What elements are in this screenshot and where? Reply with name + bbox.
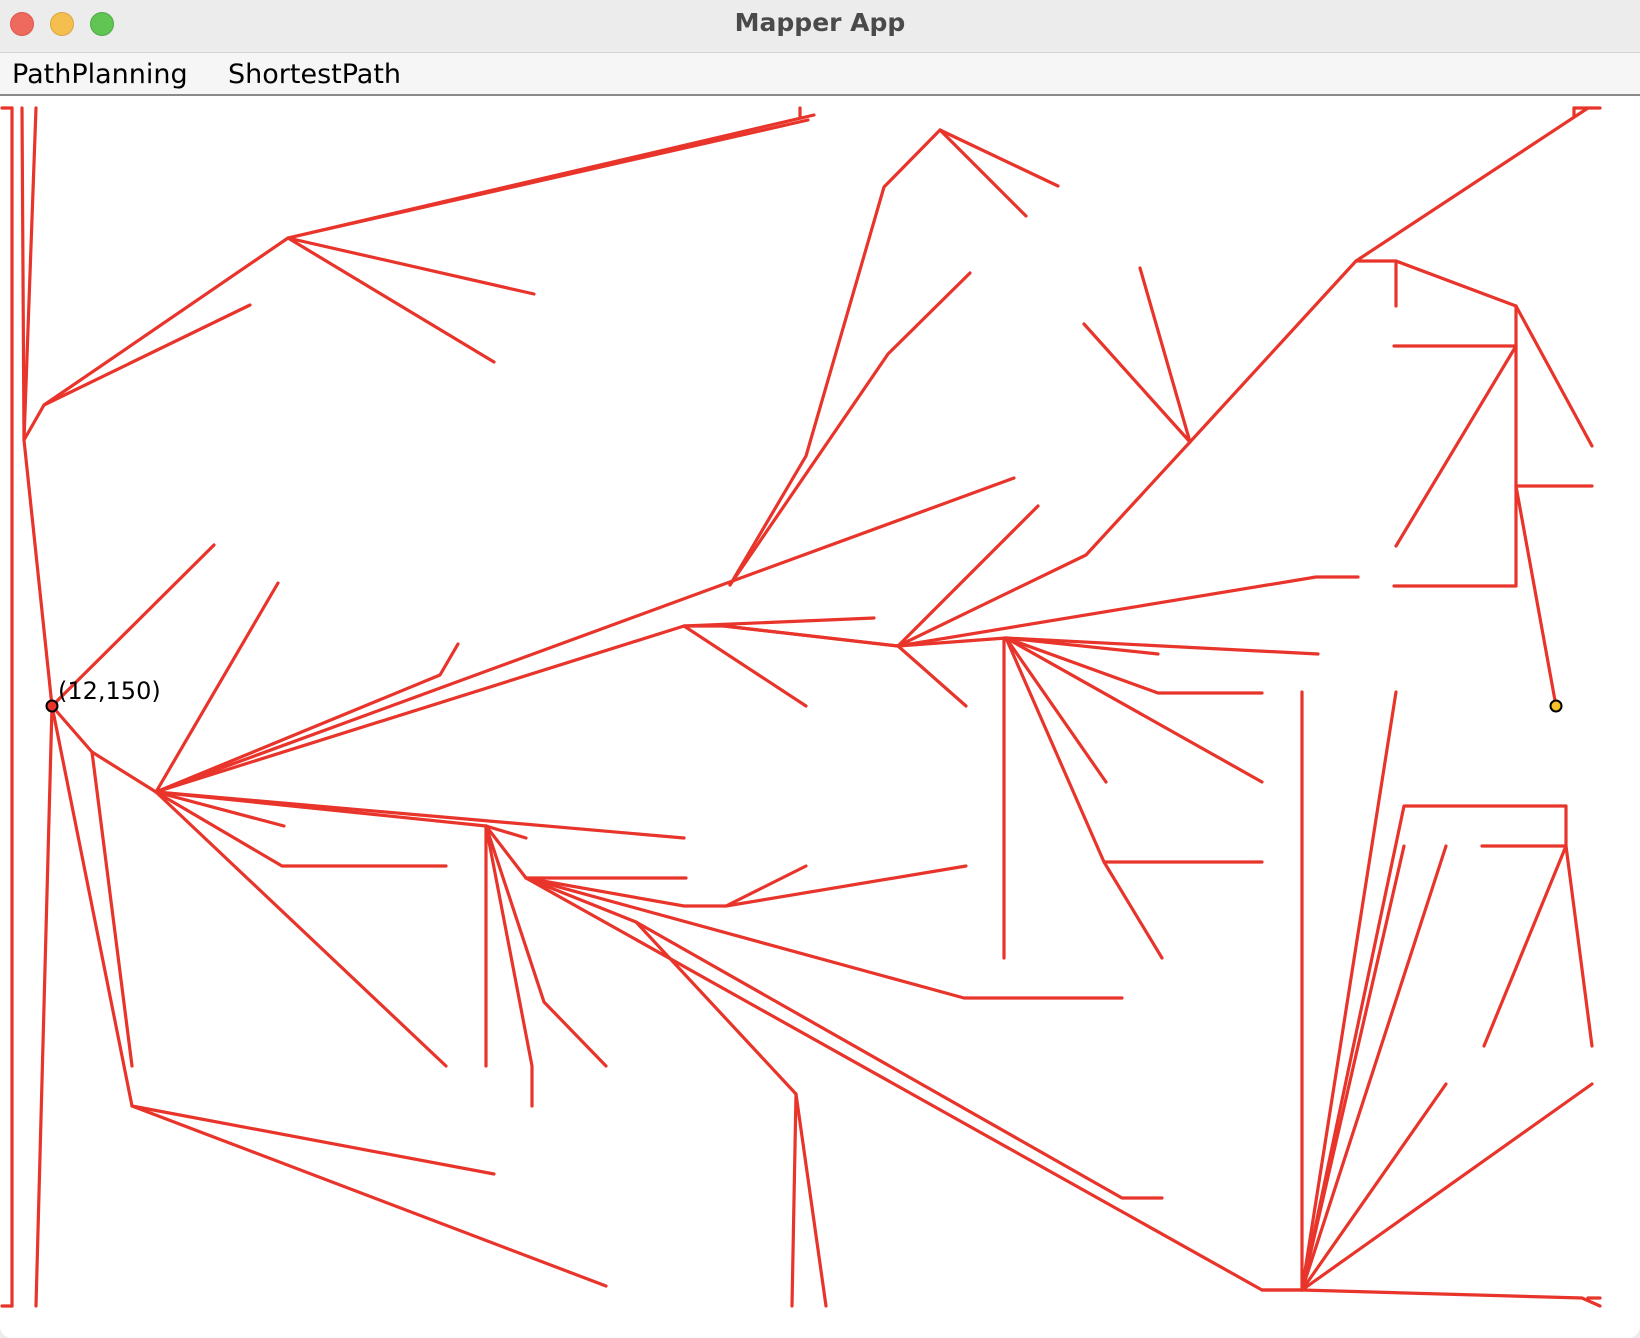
tree-edge (790, 1092, 798, 1308)
window-title: Mapper App (734, 8, 906, 37)
tree-edge (1482, 844, 1568, 1048)
tree-edges (0, 106, 1602, 1308)
tree-edge (50, 704, 496, 1176)
tree-edge (286, 236, 536, 296)
tree-edge (286, 236, 496, 364)
tree-edge (154, 476, 1016, 794)
tree-edge (1300, 844, 1448, 1292)
tree-edge (1514, 484, 1558, 708)
title-bar: Mapper App (0, 0, 1640, 53)
tree-edge (154, 642, 460, 794)
rrt-tree-drawing: (12,150) (0, 106, 1602, 1308)
map-canvas[interactable]: (12,150) (0, 96, 1640, 1338)
start-point-label: (12,150) (58, 677, 161, 705)
tree-edge (154, 790, 528, 840)
menu-path-planning[interactable]: PathPlanning (12, 53, 188, 94)
app-window: Mapper App PathPlanning ShortestPath (12… (0, 0, 1640, 1338)
tree-edge (484, 824, 608, 1068)
tree-edge (524, 876, 828, 1308)
tree-edge (1004, 636, 1264, 784)
tree-edge (1394, 259, 1594, 448)
tree-edge (524, 876, 1124, 1000)
tree-edge (938, 128, 1028, 218)
tree-edge (896, 636, 1320, 656)
tree-edge (682, 624, 808, 708)
tree-edge (42, 303, 252, 407)
menu-bar: PathPlanning ShortestPath (0, 53, 1640, 96)
tree-edge (1354, 259, 1398, 308)
tree-edge (724, 864, 968, 908)
tree-edge (22, 106, 38, 442)
tree-edge (130, 1104, 608, 1288)
tree-edge (1300, 690, 1398, 1292)
tree-edge (1004, 636, 1264, 695)
tree-edge (722, 106, 1590, 648)
tree-edge (154, 616, 876, 794)
tree-edge (634, 920, 1164, 1200)
tree-edge (1300, 1082, 1594, 1292)
tree-edge (1394, 344, 1518, 548)
start-point-marker (45, 699, 59, 713)
tree-edge (286, 118, 810, 240)
tree-edge (1004, 636, 1108, 784)
tree-edge (22, 113, 816, 442)
menu-shortest-path[interactable]: ShortestPath (228, 53, 401, 94)
tree-edge (1004, 636, 1264, 864)
tree-edge (484, 824, 534, 1108)
tree-edge (90, 750, 448, 1068)
tree-edge (1564, 844, 1594, 1048)
tree-edge (1102, 860, 1164, 960)
goal-point-marker (1549, 699, 1563, 713)
